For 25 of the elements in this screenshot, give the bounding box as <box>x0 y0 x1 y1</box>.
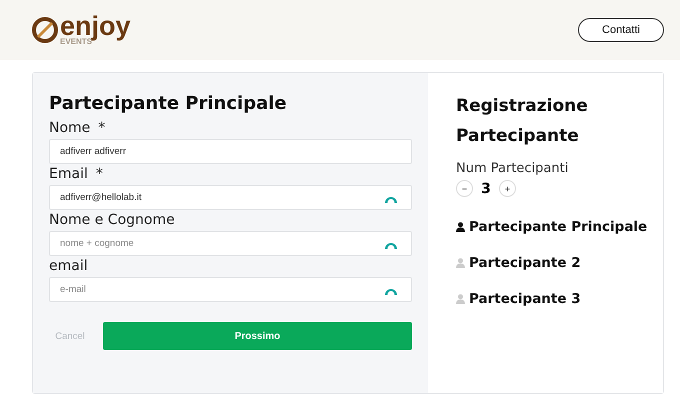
field-value: adfiverr adfiverr <box>60 146 126 157</box>
input-field[interactable]: e-mail <box>49 277 412 302</box>
required-marker: * <box>96 166 103 182</box>
decrement-button[interactable]: − <box>456 180 473 197</box>
contact-button[interactable]: Contatti <box>578 18 664 42</box>
field-label: Nome <box>49 120 90 136</box>
summary-title: Registrazione Partecipante <box>456 95 589 148</box>
field-label: email <box>49 258 88 274</box>
field-placeholder: nome + cognome <box>60 238 134 249</box>
participant-item[interactable]: Partecipante Principale <box>469 219 648 235</box>
participant-item[interactable]: Partecipante 3 <box>469 291 581 307</box>
field-placeholder: e-mail <box>60 284 86 295</box>
required-marker: * <box>98 120 106 136</box>
field-label: Email <box>49 166 88 182</box>
input-field[interactable]: nome + cognome <box>49 231 412 256</box>
form-title: Partecipante Principale <box>49 93 288 114</box>
field-label: Nome e Cognome <box>49 212 175 228</box>
participant-item[interactable]: Partecipante 2 <box>469 255 581 271</box>
input-field[interactable]: adfiverr@hellolab.it <box>49 185 412 210</box>
logo-icon <box>32 17 58 43</box>
field-value: adfiverr@hellolab.it <box>60 192 142 203</box>
increment-button[interactable]: + <box>499 180 516 197</box>
count-value: 3 <box>480 180 492 196</box>
count-label: Num Partecipanti <box>456 161 570 176</box>
input-field[interactable]: adfiverr adfiverr <box>49 139 412 164</box>
